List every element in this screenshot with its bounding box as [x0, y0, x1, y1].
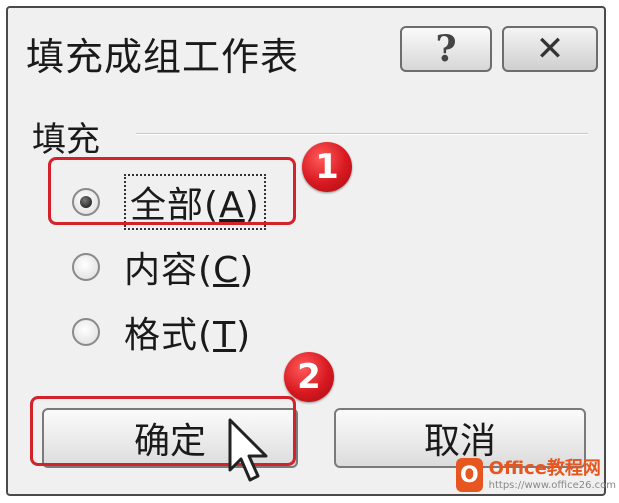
help-button[interactable]: ? [400, 26, 492, 72]
radio-button-format[interactable] [72, 318, 100, 346]
close-icon: ✕ [535, 29, 565, 69]
office-logo-icon: O [456, 458, 483, 492]
step1-badge: 1 [302, 142, 352, 192]
watermark-url: https://www.office26.com [488, 479, 616, 491]
radio-option-format[interactable]: 格式(T) [72, 306, 251, 358]
group-divider [136, 133, 588, 135]
dialog-title: 填充成组工作表 [26, 35, 300, 79]
watermark-title: Office教程网 [488, 457, 601, 479]
step1-highlight-box [48, 157, 296, 225]
mouse-cursor-icon [228, 418, 268, 482]
fill-group-label: 填充 [32, 120, 100, 160]
radio-button-content[interactable] [72, 253, 100, 281]
radio-label-content: 内容(C) [124, 250, 255, 291]
help-icon: ? [435, 28, 457, 70]
radio-option-content[interactable]: 内容(C) [72, 241, 254, 293]
radio-label-format: 格式(T) [124, 315, 252, 356]
close-button[interactable]: ✕ [502, 26, 598, 72]
step2-badge: 2 [284, 352, 334, 402]
site-watermark: O Office教程网 https://www.office26.com [456, 452, 616, 498]
